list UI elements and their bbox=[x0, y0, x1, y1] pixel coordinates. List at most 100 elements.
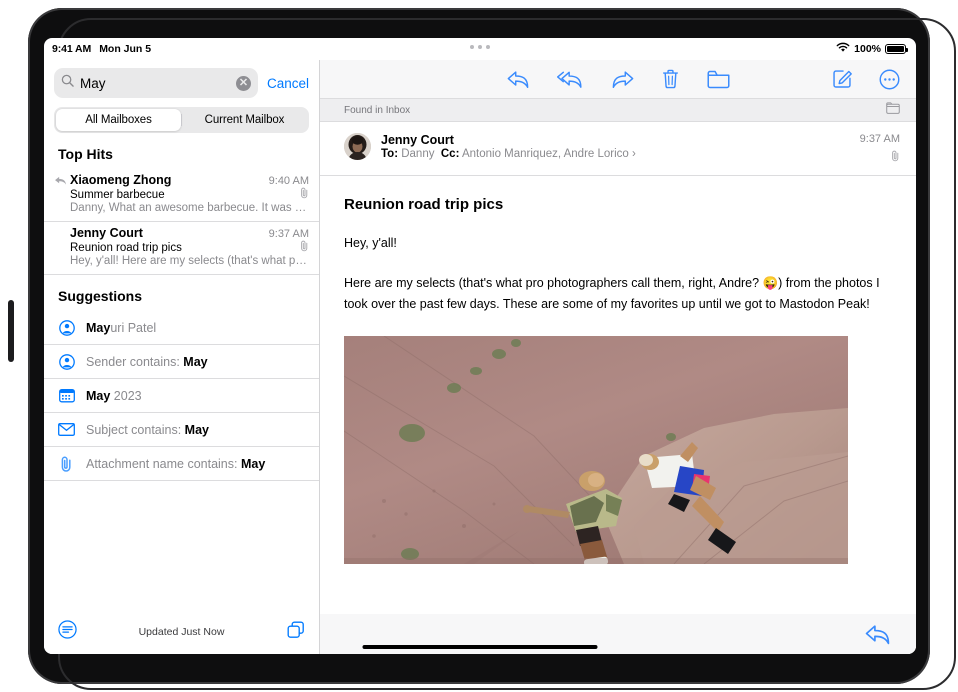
message-paragraph: Here are my selects (that's what pro pho… bbox=[344, 273, 892, 314]
table-row[interactable]: Jenny Court 9:37 AM Reunion road trip pi… bbox=[44, 222, 319, 275]
suggestion-label: May 2023 bbox=[86, 389, 142, 403]
suggestion-match: May bbox=[241, 457, 265, 471]
mail-subject: Summer barbecue bbox=[70, 189, 300, 201]
list-item[interactable]: Subject contains: May bbox=[44, 413, 319, 447]
suggestions-title: Suggestions bbox=[44, 275, 319, 311]
list-item[interactable]: May 2023 bbox=[44, 379, 319, 413]
mail-time: 9:40 AM bbox=[269, 175, 309, 187]
battery-icon bbox=[885, 44, 906, 55]
battery-fill bbox=[887, 46, 904, 53]
mail-time: 9:37 AM bbox=[269, 228, 309, 240]
message-header[interactable]: Jenny Court To: Danny Cc: Antonio Manriq… bbox=[320, 122, 916, 176]
device-side-button[interactable] bbox=[8, 300, 14, 362]
multitasking-handle[interactable] bbox=[470, 45, 490, 49]
tablet-screen: 9:41 AM Mon Jun 5 100% bbox=[44, 38, 916, 654]
mail-row-top: Jenny Court 9:37 AM bbox=[70, 226, 309, 240]
page-title: Reunion road trip pics bbox=[344, 196, 892, 213]
folder-icon[interactable] bbox=[707, 70, 730, 89]
paperclip-icon bbox=[300, 187, 309, 202]
handle-dot bbox=[486, 45, 490, 49]
envelope-icon bbox=[58, 421, 75, 438]
scope-current-mailbox[interactable]: Current Mailbox bbox=[182, 109, 307, 131]
mail-preview: Hey, y'all! Here are my selects (that's … bbox=[70, 255, 309, 267]
message-toolbar bbox=[320, 60, 916, 98]
list-item[interactable]: Attachment name contains: May bbox=[44, 447, 319, 481]
to-value: Danny bbox=[401, 148, 434, 160]
search-row: May ✕ Cancel bbox=[44, 60, 319, 98]
suggestion-prefix: Sender contains: bbox=[86, 355, 183, 369]
search-value: May bbox=[80, 76, 230, 91]
more-circle-icon[interactable] bbox=[879, 69, 900, 90]
toolbar-right-actions bbox=[833, 69, 900, 90]
filter-lines-icon[interactable] bbox=[58, 620, 77, 644]
mail-sender: Jenny Court bbox=[70, 226, 269, 240]
mail-row-mid: Summer barbecue bbox=[70, 187, 309, 202]
message-paragraph: Hey, y'all! bbox=[344, 233, 892, 253]
status-bar-left: 9:41 AM Mon Jun 5 bbox=[52, 43, 151, 55]
cancel-button[interactable]: Cancel bbox=[267, 76, 309, 91]
message-header-right: 9:37 AM bbox=[860, 133, 900, 165]
chevron-right-icon[interactable]: › bbox=[632, 148, 636, 160]
paperclip-icon bbox=[300, 240, 309, 255]
list-item[interactable]: Mayuri Patel bbox=[44, 311, 319, 345]
scope-all-mailboxes[interactable]: All Mailboxes bbox=[56, 109, 181, 131]
forward-icon[interactable] bbox=[612, 70, 634, 89]
reply-all-icon[interactable] bbox=[557, 70, 584, 89]
message-sender-name: Jenny Court bbox=[381, 133, 850, 147]
message-recipients: To: Danny Cc: Antonio Manriquez, Andre L… bbox=[381, 148, 850, 160]
mail-row-content: Xiaomeng Zhong 9:40 AM Summer barbecue D… bbox=[70, 173, 309, 214]
suggestion-match: May bbox=[86, 389, 110, 403]
search-input[interactable]: May ✕ bbox=[54, 68, 258, 98]
message-header-text: Jenny Court To: Danny Cc: Antonio Manriq… bbox=[381, 133, 850, 160]
search-icon bbox=[61, 74, 74, 92]
found-in-label: Found in Inbox bbox=[344, 105, 886, 116]
suggestion-suffix: uri Patel bbox=[110, 321, 156, 335]
scope-segmented-control[interactable]: All Mailboxes Current Mailbox bbox=[54, 107, 309, 133]
found-in-mailbox-bar: Found in Inbox bbox=[320, 98, 916, 122]
list-item[interactable]: Sender contains: May bbox=[44, 345, 319, 379]
suggestion-label: Subject contains: May bbox=[86, 423, 209, 437]
suggestion-prefix: Attachment name contains: bbox=[86, 457, 241, 471]
mail-preview: Danny, What an awesome barbecue. It was … bbox=[70, 202, 309, 214]
trash-icon[interactable] bbox=[662, 69, 679, 89]
home-indicator[interactable] bbox=[363, 645, 598, 649]
copy-layers-icon[interactable] bbox=[287, 621, 305, 644]
suggestion-match: May bbox=[86, 321, 110, 335]
suggestion-label: Sender contains: May bbox=[86, 355, 208, 369]
status-time: 9:41 AM bbox=[52, 43, 91, 55]
cc-label: Cc: bbox=[441, 148, 460, 160]
handle-dot bbox=[470, 45, 474, 49]
table-row[interactable]: Xiaomeng Zhong 9:40 AM Summer barbecue D… bbox=[44, 169, 319, 222]
suggestion-prefix: Subject contains: bbox=[86, 423, 185, 437]
status-date: Mon Jun 5 bbox=[99, 43, 151, 55]
message-photo-attachment[interactable] bbox=[344, 336, 848, 564]
reply-icon[interactable] bbox=[507, 70, 529, 89]
message-body: Reunion road trip pics Hey, y'all! Here … bbox=[320, 176, 916, 614]
calendar-icon bbox=[58, 387, 75, 404]
cc-value: Antonio Manriquez, Andre Lorico bbox=[462, 148, 629, 160]
compose-icon[interactable] bbox=[833, 69, 853, 89]
message-time: 9:37 AM bbox=[860, 133, 900, 145]
paperclip-icon bbox=[58, 455, 75, 472]
sidebar-bottom-bar: Updated Just Now bbox=[44, 610, 319, 654]
body-scroll-padding bbox=[344, 564, 892, 578]
folder-outline-icon[interactable] bbox=[886, 101, 900, 119]
replied-arrow-icon bbox=[54, 173, 70, 214]
paperclip-icon bbox=[860, 150, 900, 165]
suggestion-label: Mayuri Patel bbox=[86, 321, 156, 335]
message-detail-pane: Found in Inbox bbox=[320, 60, 916, 654]
person-circle-icon bbox=[58, 319, 75, 336]
mail-subject: Reunion road trip pics bbox=[70, 242, 300, 254]
mail-sidebar: May ✕ Cancel All Mailboxes Current Mailb… bbox=[44, 60, 320, 654]
top-hits-title: Top Hits bbox=[44, 133, 319, 169]
handle-dot bbox=[478, 45, 482, 49]
person-circle-icon bbox=[58, 353, 75, 370]
wifi-icon bbox=[836, 42, 850, 56]
reply-icon[interactable] bbox=[865, 624, 890, 645]
mail-row-mid: Reunion road trip pics bbox=[70, 240, 309, 255]
split-view: May ✕ Cancel All Mailboxes Current Mailb… bbox=[44, 60, 916, 654]
status-bar: 9:41 AM Mon Jun 5 100% bbox=[44, 38, 916, 60]
avatar[interactable] bbox=[344, 133, 371, 160]
clear-search-icon[interactable]: ✕ bbox=[236, 76, 251, 91]
mail-row-top: Xiaomeng Zhong 9:40 AM bbox=[70, 173, 309, 187]
